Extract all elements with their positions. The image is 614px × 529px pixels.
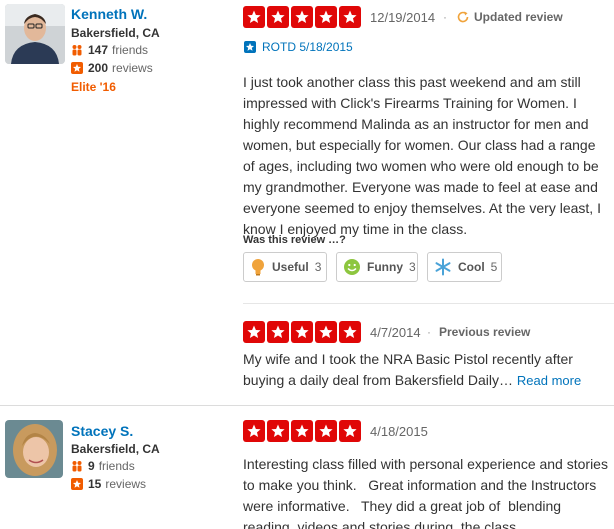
star-icon xyxy=(243,420,265,442)
star-rating xyxy=(243,420,361,442)
star-icon xyxy=(291,6,313,28)
read-more-link[interactable]: Read more xyxy=(517,373,581,388)
star-icon xyxy=(315,6,337,28)
star-icon xyxy=(339,6,361,28)
separator-dot: · xyxy=(427,325,431,339)
useful-count: 3 xyxy=(314,260,322,274)
star-icon xyxy=(243,6,265,28)
reviews-number: 200 xyxy=(88,61,109,75)
star-icon xyxy=(267,420,289,442)
was-this-review-label: Was this review …? xyxy=(243,234,346,246)
user-location: Bakersfield, CA xyxy=(71,442,160,456)
reviews-count: 15 reviews xyxy=(71,477,146,491)
useful-label: Useful xyxy=(272,260,309,274)
rotd-star-icon xyxy=(244,41,256,53)
star-icon xyxy=(291,321,313,343)
status-label: Updated review xyxy=(474,10,563,24)
user-name[interactable]: Stacey S. xyxy=(71,423,133,439)
cool-button[interactable]: Cool 5 xyxy=(427,252,502,282)
review-text: I just took another class this past week… xyxy=(243,74,601,237)
useful-button[interactable]: Useful 3 xyxy=(243,252,327,282)
divider xyxy=(243,303,614,304)
friends-number: 147 xyxy=(88,43,109,57)
reviews-number: 15 xyxy=(88,477,102,491)
previous-review-text: My wife and I took the NRA Basic Pistol … xyxy=(243,349,613,391)
funny-count: 3 xyxy=(409,260,416,274)
updated-review-status[interactable]: Updated review xyxy=(456,10,563,24)
star-rating xyxy=(243,321,361,343)
previous-review-status[interactable]: Previous review xyxy=(439,325,530,339)
reviews-count: 200 reviews xyxy=(71,61,153,75)
reviews-label: reviews xyxy=(105,477,147,491)
review-star-icon xyxy=(71,478,83,490)
avatar[interactable] xyxy=(5,4,65,64)
star-icon xyxy=(291,420,313,442)
smiley-icon xyxy=(343,258,361,276)
star-icon xyxy=(315,321,337,343)
review-date: 4/18/2015 xyxy=(370,424,428,439)
separator-dot: · xyxy=(443,10,447,24)
friends-icon xyxy=(71,44,83,56)
cool-label: Cool xyxy=(458,260,485,274)
avatar[interactable] xyxy=(5,420,63,478)
star-icon xyxy=(267,6,289,28)
lightbulb-icon xyxy=(250,258,266,276)
star-icon xyxy=(243,321,265,343)
rotd-label: ROTD 5/18/2015 xyxy=(262,40,353,54)
review-date: 4/7/2014 xyxy=(370,325,421,340)
funny-label: Funny xyxy=(367,260,403,274)
friends-count: 147 friends xyxy=(71,43,148,57)
elite-badge[interactable]: Elite '16 xyxy=(71,80,116,94)
star-rating xyxy=(243,6,361,28)
refresh-icon xyxy=(456,10,470,24)
friends-label: friends xyxy=(98,459,135,473)
funny-button[interactable]: Funny 3 xyxy=(336,252,418,282)
review-divider xyxy=(0,405,614,406)
review-star-icon xyxy=(71,62,83,74)
user-name[interactable]: Kenneth W. xyxy=(71,6,147,22)
star-icon xyxy=(267,321,289,343)
review-text: Interesting class filled with personal e… xyxy=(243,456,612,529)
friends-number: 9 xyxy=(88,459,95,473)
review-date: 12/19/2014 xyxy=(370,10,436,25)
star-icon xyxy=(339,420,361,442)
friends-count: 9 friends xyxy=(71,459,135,473)
reviews-label: reviews xyxy=(112,61,153,75)
snowflake-icon xyxy=(434,258,452,276)
user-location: Bakersfield, CA xyxy=(71,26,160,40)
star-icon xyxy=(339,321,361,343)
friends-icon xyxy=(71,460,83,472)
friends-label: friends xyxy=(112,43,149,57)
star-icon xyxy=(315,420,337,442)
cool-count: 5 xyxy=(490,260,498,274)
rotd-badge[interactable]: ROTD 5/18/2015 xyxy=(244,40,353,54)
